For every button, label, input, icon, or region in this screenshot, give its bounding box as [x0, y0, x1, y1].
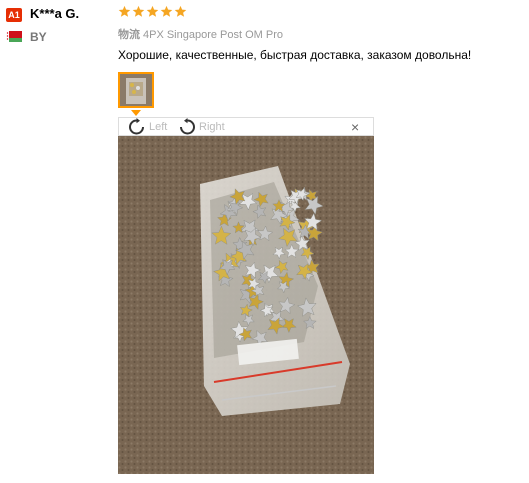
- thumbnail-active-caret: [131, 110, 141, 116]
- star-icon: [132, 5, 145, 17]
- reviewer-name: K***a G.: [30, 6, 80, 21]
- rotate-right-button[interactable]: Right: [177, 118, 225, 136]
- reviewer-country: BY: [30, 30, 47, 44]
- rotate-right-icon: [180, 118, 195, 135]
- review-text: Хорошие, качественные, быстрая доставка,…: [118, 48, 472, 62]
- buyer-level-badge: A1: [6, 8, 22, 22]
- close-viewer-button[interactable]: ×: [351, 118, 359, 137]
- rotate-left-label: Left: [149, 121, 168, 133]
- image-viewer-toolbar: Left Right ×: [118, 117, 374, 136]
- star-icon: [118, 5, 131, 17]
- star-icon: [174, 5, 187, 17]
- star-icon: [146, 5, 159, 17]
- rotate-left-icon: [129, 118, 144, 135]
- review-photo-image: [118, 136, 374, 474]
- rotate-right-label: Right: [199, 121, 225, 133]
- shipping-info: 物流 4PX Singapore Post OM Pro: [118, 26, 283, 42]
- thumbnail-image: [120, 74, 152, 106]
- shipping-method: 4PX Singapore Post OM Pro: [143, 29, 284, 41]
- shipping-label: 物流: [118, 29, 140, 41]
- review-photo-large: [118, 136, 374, 474]
- country-flag-icon: [6, 31, 22, 42]
- review-photo-thumbnail[interactable]: [118, 72, 154, 108]
- star-icon: [160, 5, 173, 17]
- star-rating: [118, 5, 187, 18]
- rotate-left-button[interactable]: Left: [127, 118, 167, 136]
